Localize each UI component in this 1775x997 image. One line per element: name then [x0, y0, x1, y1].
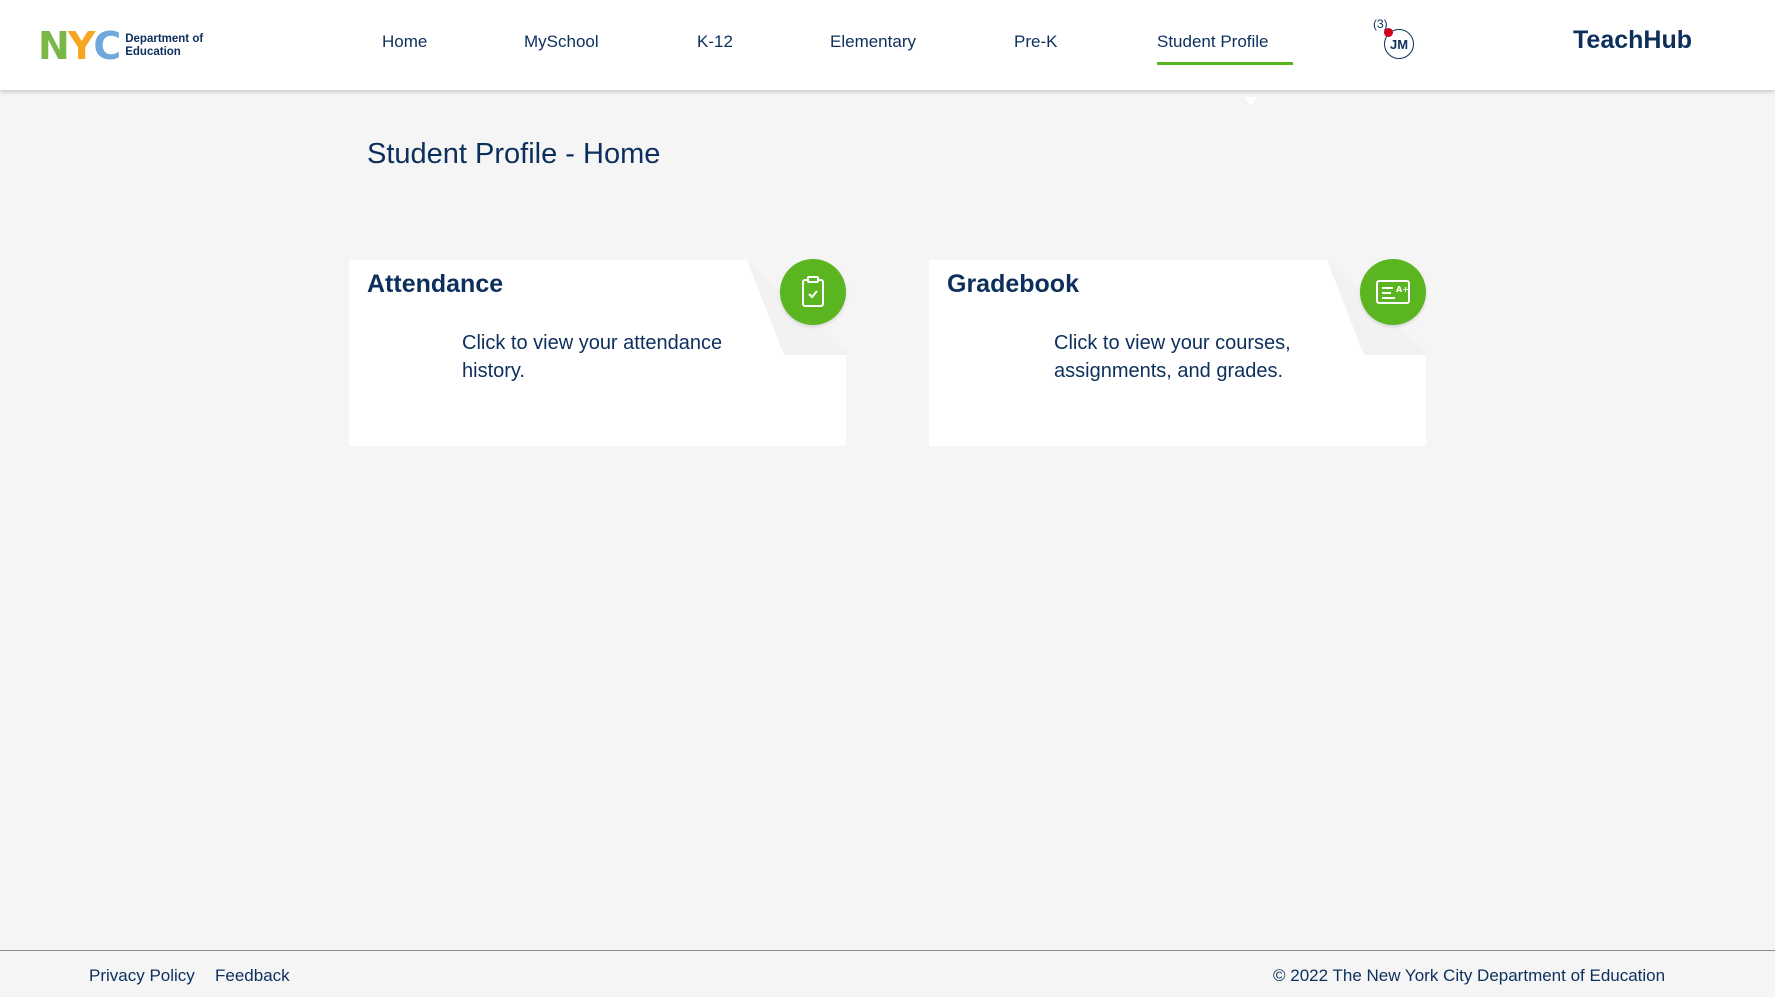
privacy-policy-link[interactable]: Privacy Policy [89, 966, 195, 986]
active-nav-caret-icon [1244, 97, 1258, 106]
page-footer: Privacy Policy Feedback © 2022 The New Y… [0, 950, 1775, 997]
attendance-card-title: Attendance [367, 270, 504, 298]
nav-prek[interactable]: Pre-K [1014, 32, 1057, 52]
gradebook-card-description: Click to view your courses, assignments,… [1054, 329, 1291, 385]
nav-k12[interactable]: K-12 [697, 32, 733, 52]
gradebook-icon: A+ [1360, 259, 1426, 325]
gradebook-card-title: Gradebook [947, 270, 1079, 298]
attendance-card[interactable]: Attendance Click to view your attendance… [349, 259, 846, 450]
gradebook-desc-line2: assignments, and grades. [1054, 360, 1284, 382]
page-title: Student Profile - Home [367, 138, 661, 170]
gradebook-desc-line1: Click to view your courses, [1054, 332, 1291, 354]
nav-myschool[interactable]: MySchool [524, 32, 599, 52]
nav-home[interactable]: Home [382, 32, 427, 52]
attendance-card-description: Click to view your attendance history. [462, 329, 722, 385]
nav-student-profile[interactable]: Student Profile [1157, 32, 1292, 65]
notification-dot-icon [1384, 28, 1393, 37]
main-nav: Home MySchool K-12 Elementary Pre-K Stud… [0, 0, 1775, 90]
svg-text:A+: A+ [1396, 285, 1409, 294]
feedback-link[interactable]: Feedback [215, 966, 290, 986]
attendance-desc-line1: Click to view your attendance [462, 332, 723, 354]
user-menu[interactable]: (3) JM [1370, 17, 1440, 61]
brand-name[interactable]: TeachHub [1573, 26, 1692, 55]
copyright-text: © 2022 The New York City Department of E… [1273, 966, 1666, 985]
gradebook-card[interactable]: Gradebook Click to view your courses, as… [929, 259, 1426, 450]
top-header: N Y C Department of Education Home MySch… [0, 0, 1775, 90]
nav-elementary[interactable]: Elementary [830, 32, 916, 52]
clipboard-check-icon [780, 259, 846, 325]
attendance-desc-line2: history. [462, 360, 525, 382]
